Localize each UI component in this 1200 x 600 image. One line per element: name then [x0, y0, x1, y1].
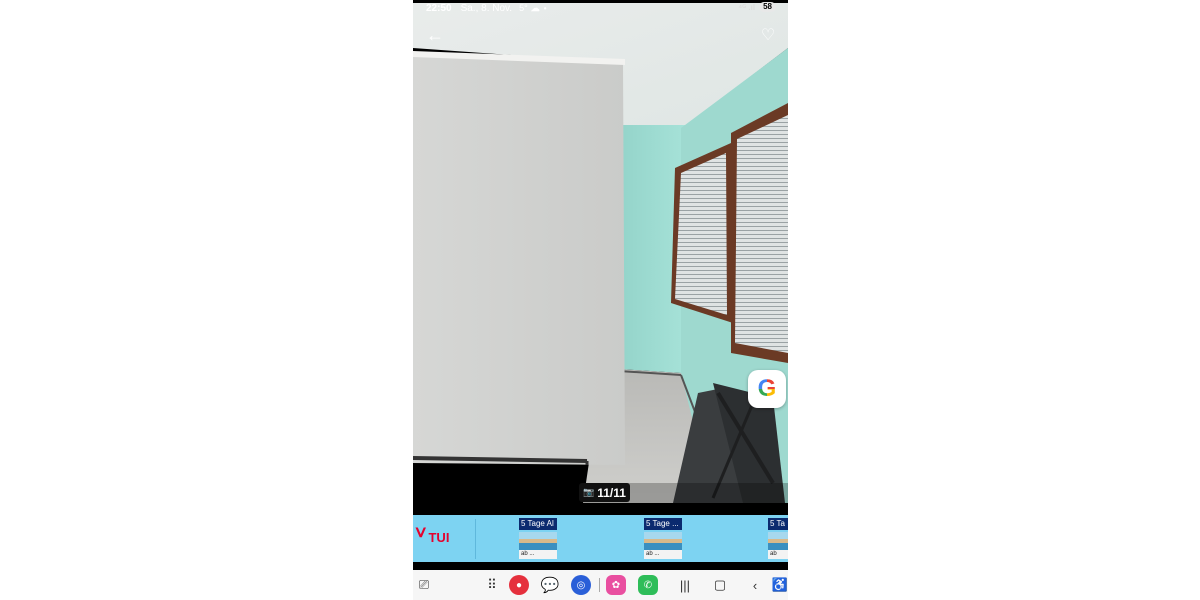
ad-tile-image [768, 532, 788, 550]
back-nav-icon[interactable]: ‹ [745, 575, 765, 595]
signal-icon: ⁴ᴳ .ıl [738, 2, 756, 12]
navigation-bar: ⎚ ⠿ ● 💬 ◎ ✿ ✆ ||| ▢ ‹ ♿ [413, 570, 788, 600]
photo-image[interactable] [413, 3, 788, 503]
heart-icon[interactable]: ♡ [756, 24, 780, 46]
phone-app-icon[interactable]: ✆ [638, 575, 658, 595]
status-date: Sa., 8. Nov. [460, 2, 513, 14]
camera-icon: 📷 [583, 487, 595, 497]
contacts-app-icon[interactable]: ● [509, 575, 529, 595]
back-arrow-icon[interactable]: ← [423, 24, 447, 46]
ad-divider [475, 519, 476, 559]
ad-tile[interactable]: 5 Ta ab [768, 518, 788, 560]
home-icon[interactable]: ▢ [710, 575, 730, 595]
phone-screen: 22:50 Sa., 8. Nov. 5° ☁ • ⁴ᴳ .ıl 58 ← ♡ … [413, 0, 788, 600]
status-time: 22:50 [426, 2, 452, 14]
google-lens-button[interactable]: G [748, 370, 786, 408]
tui-logo: ⱽ TUI [416, 526, 449, 548]
ad-tile-label: 5 Ta [768, 518, 788, 530]
ad-tile[interactable]: 5 Tage ... ab ... [644, 518, 682, 560]
status-bar: 22:50 Sa., 8. Nov. 5° ☁ • ⁴ᴳ .ıl 58 [413, 0, 788, 16]
ad-tile-image [644, 532, 682, 550]
cloud-icon: ☁ [530, 2, 540, 13]
battery-indicator: 58 [759, 2, 776, 12]
ad-tile-sub: ab ... [519, 550, 557, 559]
tui-smile-icon: ⱽ [416, 524, 426, 549]
tui-brand-text: TUI [428, 529, 450, 545]
accessibility-icon[interactable]: ♿ [770, 575, 788, 595]
google-icon: G [757, 375, 777, 402]
photo-counter-text: 11/11 [597, 485, 626, 500]
status-temperature: 5° [519, 3, 528, 13]
ad-tile-label: 5 Tage ... [644, 518, 682, 530]
messages-app-icon[interactable]: 💬 [540, 575, 560, 595]
app-drawer-icon[interactable]: ⠿ [482, 575, 502, 595]
browser-app-icon[interactable]: ◎ [571, 575, 591, 595]
ad-tile-label: 5 Tage Al [519, 518, 557, 530]
ad-banner[interactable]: ⱽ TUI 5 Tage Al ab ... 5 Tage ... ab ...… [413, 515, 788, 562]
ad-tile-sub: ab ... [644, 550, 682, 559]
dock-separator [599, 578, 600, 592]
ad-tile-sub: ab [768, 550, 788, 559]
photo-counter: 📷 11/11 [579, 483, 630, 502]
screen-share-icon[interactable]: ⎚ [414, 575, 434, 595]
gallery-app-icon[interactable]: ✿ [606, 575, 626, 595]
status-right: ⁴ᴳ .ıl 58 [738, 2, 776, 12]
ad-tile[interactable]: 5 Tage Al ab ... [519, 518, 557, 560]
notification-dot-icon: • [543, 3, 547, 13]
ad-tile-image [519, 532, 557, 550]
recents-icon[interactable]: ||| [675, 575, 695, 595]
room-photo [413, 3, 788, 503]
